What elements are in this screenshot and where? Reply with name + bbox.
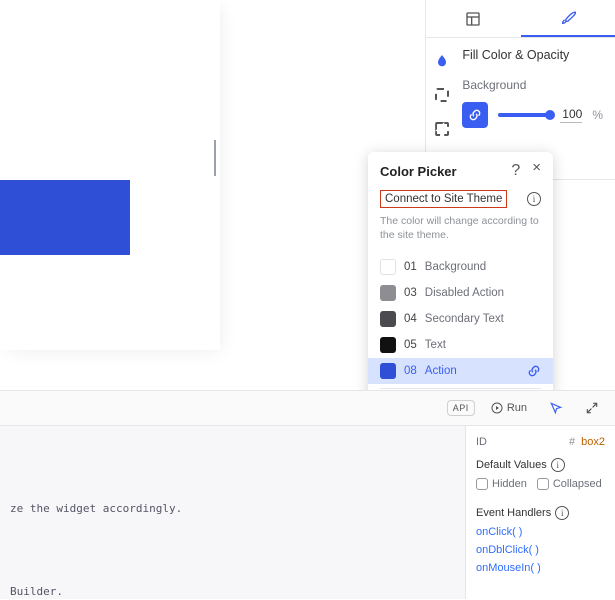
theme-code: 03 [404, 287, 417, 299]
inspect-icon [549, 401, 563, 415]
info-icon[interactable]: i [527, 192, 541, 206]
api-button[interactable]: API [447, 400, 475, 416]
slider-thumb[interactable] [545, 110, 555, 120]
droplet-icon [434, 53, 450, 69]
expand-button[interactable] [579, 397, 605, 419]
canvas[interactable] [0, 0, 220, 350]
theme-code: 05 [404, 339, 417, 351]
theme-label: Background [425, 261, 486, 273]
code-area[interactable]: ze the widget accordingly. Builder. [0, 426, 465, 599]
color-picker-title: Color Picker [380, 164, 457, 179]
event-handlers-label: Event Handlers [476, 507, 551, 519]
opacity-percent-sign: % [592, 108, 603, 122]
design-panel-title: Fill Color & Opacity [462, 48, 603, 62]
box-widget[interactable] [0, 180, 130, 255]
rail-corners[interactable] [429, 116, 455, 142]
link-icon [468, 108, 482, 122]
rail-fill[interactable] [429, 48, 455, 74]
theme-item-08[interactable]: 08 Action [368, 358, 553, 384]
close-icon[interactable]: × [532, 162, 541, 180]
code-inspector: API Run ze the widget accordingly. Build… [0, 390, 615, 600]
hidden-label: Hidden [492, 478, 527, 490]
event-handler-link[interactable]: onClick( ) [476, 526, 605, 538]
run-button[interactable]: Run [485, 398, 533, 418]
info-icon[interactable]: i [551, 458, 565, 472]
tab-layout[interactable] [426, 0, 521, 37]
help-icon[interactable]: ? [511, 162, 520, 180]
background-swatch[interactable] [462, 102, 488, 128]
info-icon[interactable]: i [555, 506, 569, 520]
opacity-slider[interactable] [498, 113, 550, 117]
id-hash: # [569, 436, 575, 448]
theme-label: Secondary Text [425, 313, 504, 325]
tab-design[interactable] [521, 0, 615, 37]
design-tabs [426, 0, 615, 38]
theme-label: Action [425, 365, 457, 377]
play-icon [491, 402, 503, 414]
theme-code: 01 [404, 261, 417, 273]
collapsed-label: Collapsed [553, 478, 602, 490]
theme-swatch [380, 337, 396, 353]
event-handler-link[interactable]: onMouseIn( ) [476, 562, 605, 574]
theme-item-05[interactable]: 05 Text [368, 332, 553, 358]
expand-icon [585, 401, 599, 415]
background-label: Background [462, 78, 603, 92]
properties-panel: ID # box2 Default Values i Hidden Collap… [465, 426, 615, 599]
id-value[interactable]: box2 [581, 436, 605, 448]
opacity-value[interactable]: 100 [560, 107, 582, 123]
corners-icon [435, 122, 449, 136]
link-icon [527, 364, 541, 378]
brush-icon [560, 10, 576, 26]
hidden-checkbox[interactable] [476, 478, 488, 490]
theme-code: 04 [404, 313, 417, 325]
theme-label: Disabled Action [425, 287, 504, 299]
dashed-border-icon [435, 88, 449, 102]
theme-item-04[interactable]: 04 Secondary Text [368, 306, 553, 332]
theme-swatch [380, 285, 396, 301]
layout-icon [465, 11, 481, 27]
theme-label: Text [425, 339, 446, 351]
text-caret [214, 140, 216, 176]
theme-swatch [380, 311, 396, 327]
rail-border[interactable] [429, 82, 455, 108]
theme-swatch [380, 363, 396, 379]
theme-item-03[interactable]: 03 Disabled Action [368, 280, 553, 306]
inspect-button[interactable] [543, 397, 569, 419]
theme-code: 08 [404, 365, 417, 377]
theme-swatch [380, 259, 396, 275]
inspector-toolbar: API Run [0, 391, 615, 426]
event-handler-link[interactable]: onDblClick( ) [476, 544, 605, 556]
design-rail [426, 38, 458, 142]
id-label: ID [476, 436, 487, 448]
connect-hint: The color will change according to the s… [380, 214, 541, 242]
theme-item-01[interactable]: 01 Background [368, 254, 553, 280]
connect-site-theme-label: Connect to Site Theme [380, 190, 507, 208]
collapsed-checkbox[interactable] [537, 478, 549, 490]
default-values-label: Default Values [476, 459, 547, 471]
